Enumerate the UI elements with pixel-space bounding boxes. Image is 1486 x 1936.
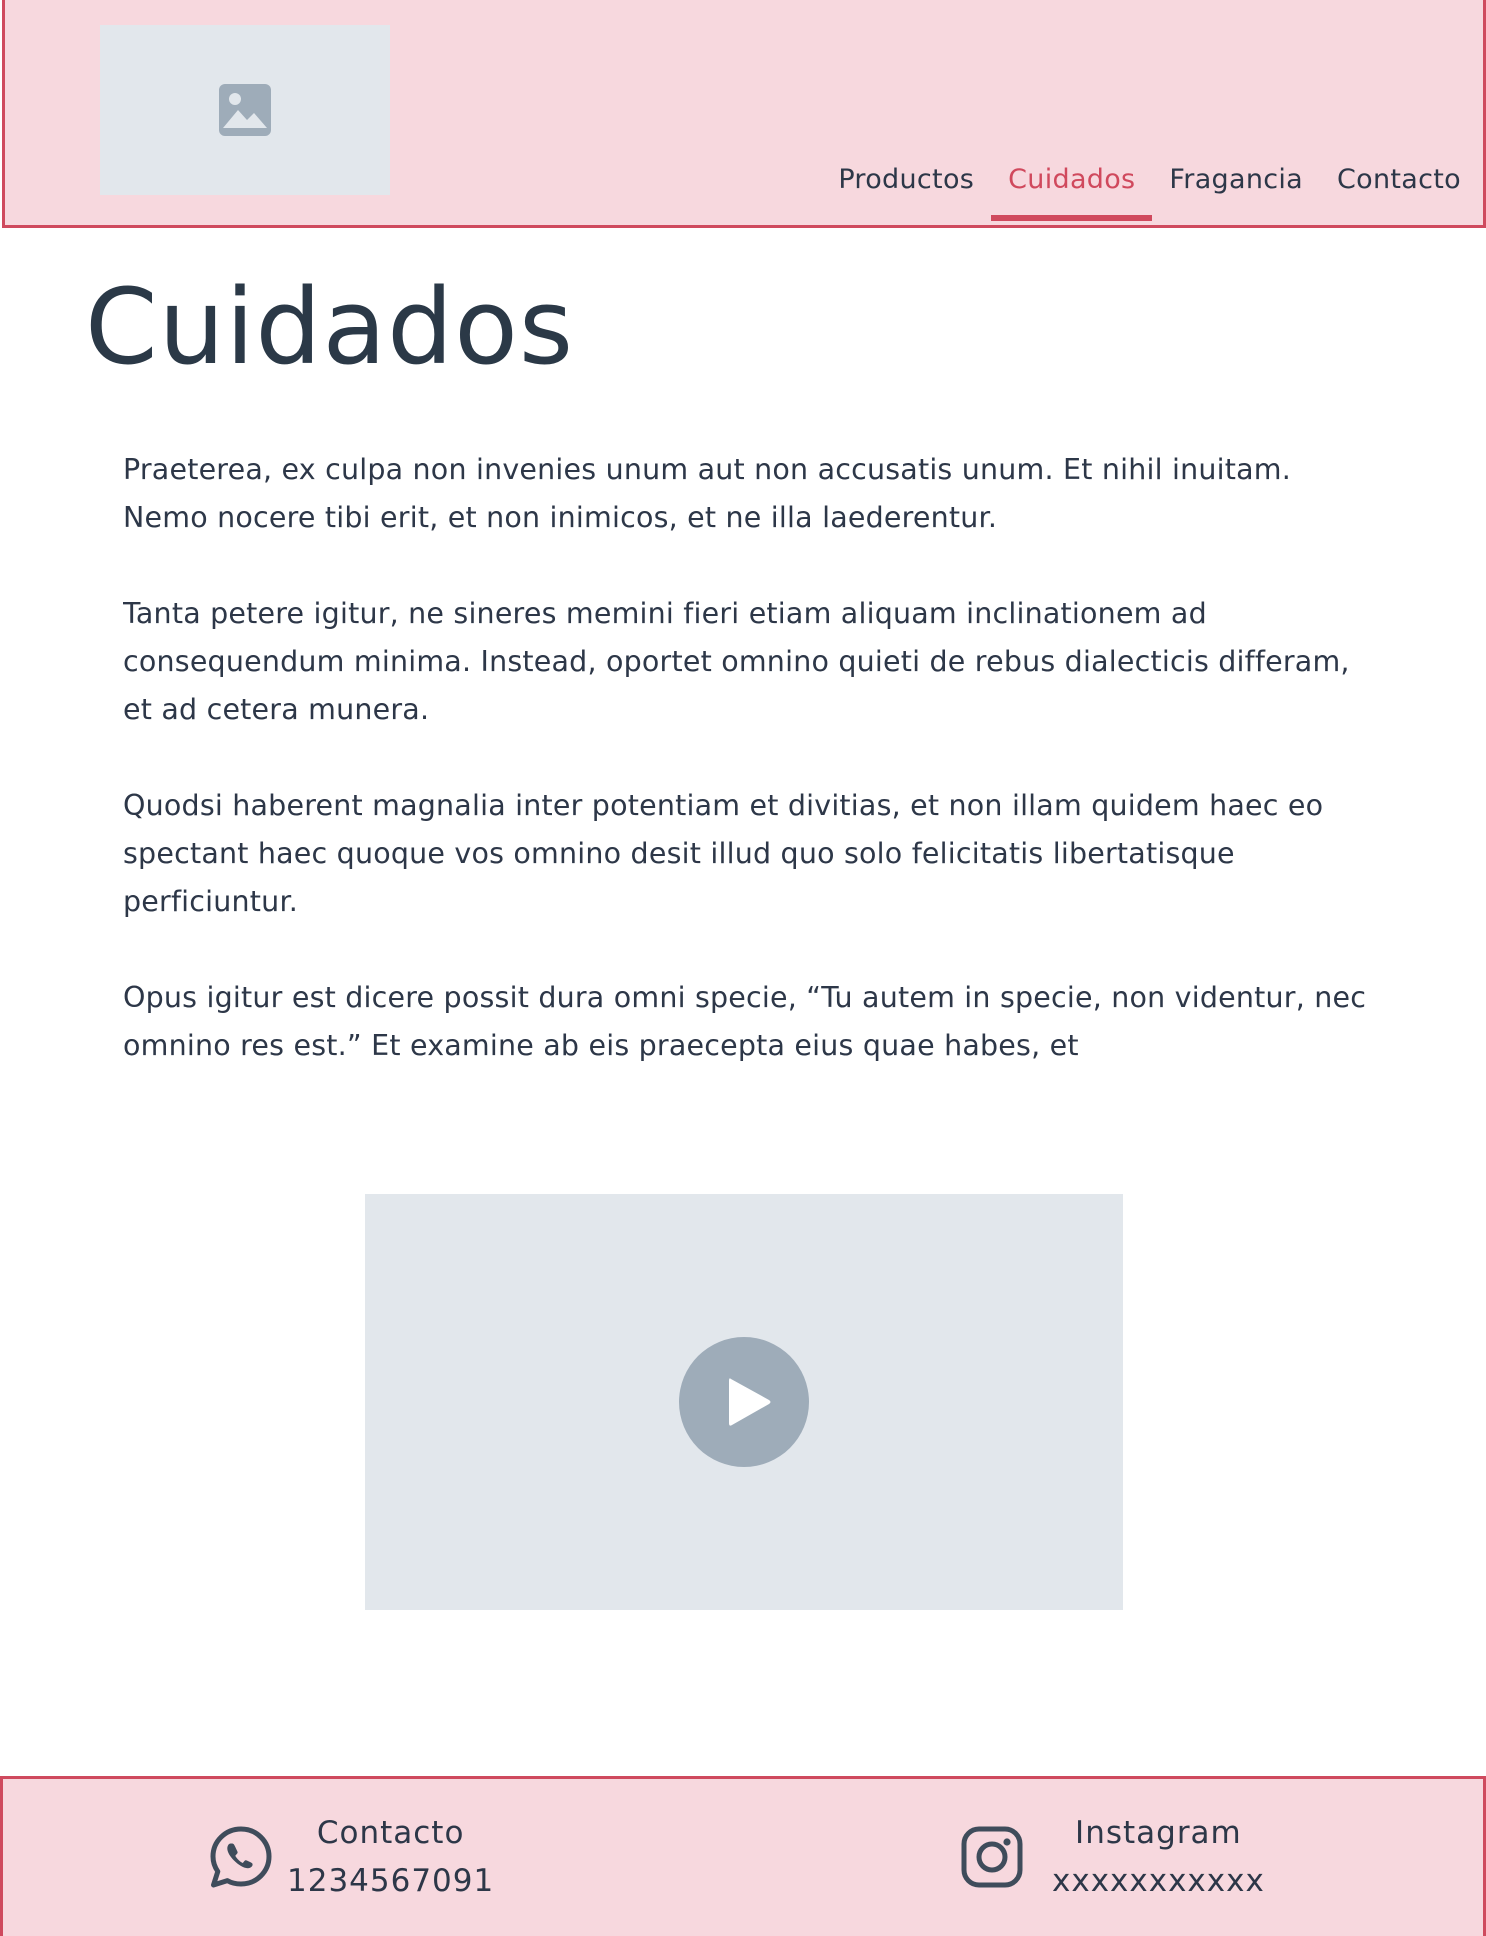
instagram-icon bbox=[961, 1826, 1023, 1888]
instagram-handle: xxxxxxxxxxx bbox=[1052, 1863, 1265, 1899]
contact-number: 1234567091 bbox=[287, 1863, 495, 1899]
contact-text: Contacto 1234567091 bbox=[287, 1809, 494, 1905]
instagram-text: Instagram xxxxxxxxxxx bbox=[1052, 1809, 1265, 1905]
logo-placeholder[interactable] bbox=[100, 25, 390, 195]
paragraph: Tanta petere igitur, ne sineres memini f… bbox=[123, 597, 1350, 726]
whatsapp-icon bbox=[210, 1826, 272, 1888]
nav-item-fragancia[interactable]: Fragancia bbox=[1152, 160, 1320, 200]
nav-item-contacto[interactable]: Contacto bbox=[1320, 160, 1461, 200]
paragraph: Quodsi haberent magnalia inter potentiam… bbox=[123, 789, 1324, 918]
image-placeholder-icon bbox=[219, 84, 271, 136]
nav-item-productos[interactable]: Productos bbox=[821, 160, 991, 200]
article-body: Praeterea, ex culpa non invenies unum au… bbox=[123, 446, 1383, 1066]
site-header: Productos Cuidados Fragancia Contacto bbox=[2, 0, 1486, 228]
page: Productos Cuidados Fragancia Contacto Cu… bbox=[0, 0, 1486, 1936]
nav-item-cuidados[interactable]: Cuidados bbox=[991, 160, 1153, 221]
page-title: Cuidados bbox=[85, 266, 574, 388]
paragraph: Opus igitur est dicere possit dura omni … bbox=[123, 981, 1367, 1062]
footer-instagram[interactable]: Instagram xxxxxxxxxxx bbox=[958, 1809, 1265, 1905]
footer-contact[interactable]: Contacto 1234567091 bbox=[207, 1809, 494, 1905]
play-icon[interactable] bbox=[679, 1337, 809, 1467]
instagram-label: Instagram bbox=[1075, 1815, 1242, 1851]
main-nav: Productos Cuidados Fragancia Contacto bbox=[821, 160, 1461, 221]
video-player[interactable] bbox=[365, 1194, 1123, 1610]
paragraph: Praeterea, ex culpa non invenies unum au… bbox=[123, 453, 1292, 534]
site-footer: Contacto 1234567091 Instagram xxxxxxxxxx… bbox=[0, 1776, 1486, 1936]
contact-label: Contacto bbox=[316, 1815, 465, 1851]
